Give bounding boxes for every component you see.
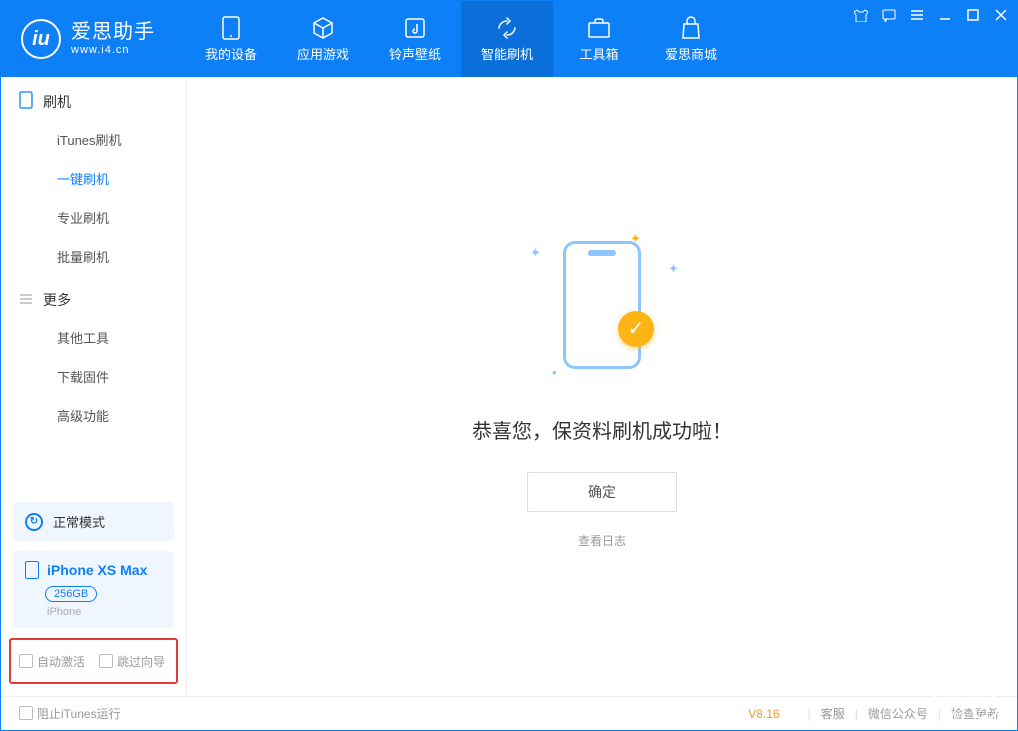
briefcase-icon <box>587 16 611 40</box>
logo: iu 爱思助手 www.i4.cn <box>1 1 175 77</box>
bottom-options-highlight: 自动激活 跳过向导 <box>9 638 178 684</box>
header-actions <box>929 692 999 720</box>
sidebar-item-batch-flash[interactable]: 批量刷机 <box>1 237 186 276</box>
status-bar: 阻止iTunes运行 V8.16 | 客服 | 微信公众号 | 检查更新 <box>1 696 1017 730</box>
main-content: ✓ ✦✦•✦ 恭喜您，保资料刷机成功啦！ 确定 查看日志 <box>187 77 1017 696</box>
tab-ringtone-wallpaper[interactable]: 铃声壁纸 <box>369 1 461 77</box>
mode-icon: ↻ <box>25 513 43 531</box>
tab-label: 智能刷机 <box>481 44 533 63</box>
device-info-box[interactable]: iPhone XS Max 256GB iPhone <box>13 551 174 628</box>
user-button[interactable] <box>971 692 999 720</box>
refresh-icon <box>495 16 519 40</box>
app-url: www.i4.cn <box>71 44 155 57</box>
sidebar-item-other-tools[interactable]: 其他工具 <box>1 318 186 357</box>
device-capacity: 256GB <box>45 586 97 602</box>
wechat-link[interactable]: 微信公众号 <box>868 705 928 722</box>
minimize-button[interactable] <box>937 7 953 23</box>
customer-service-link[interactable]: 客服 <box>821 705 845 722</box>
header: iu 爱思助手 www.i4.cn 我的设备 应用游戏 铃声壁纸 智能刷机 <box>1 1 1017 77</box>
tab-label: 工具箱 <box>579 44 618 63</box>
confirm-button[interactable]: 确定 <box>527 472 677 512</box>
download-button[interactable] <box>929 692 957 720</box>
menu-icon[interactable] <box>909 7 925 23</box>
section-label: 更多 <box>43 290 71 310</box>
auto-activate-checkbox[interactable]: 自动激活 <box>19 653 85 670</box>
tab-label: 应用游戏 <box>297 44 349 63</box>
skin-icon[interactable] <box>853 7 869 23</box>
sidebar-item-advanced[interactable]: 高级功能 <box>1 396 186 435</box>
tab-my-device[interactable]: 我的设备 <box>185 1 277 77</box>
tab-label: 我的设备 <box>205 44 257 63</box>
device-name: iPhone XS Max <box>47 562 147 578</box>
sidebar-section-flash: 刷机 <box>1 77 186 120</box>
device-type: iPhone <box>47 606 162 618</box>
maximize-button[interactable] <box>965 7 981 23</box>
checkmark-badge-icon: ✓ <box>618 311 654 347</box>
tab-store[interactable]: 爱思商城 <box>645 1 737 77</box>
tab-label: 铃声壁纸 <box>389 44 441 63</box>
music-icon <box>403 16 427 40</box>
logo-icon: iu <box>21 19 61 59</box>
close-button[interactable] <box>993 7 1009 23</box>
phone-icon <box>19 91 33 112</box>
tab-apps-games[interactable]: 应用游戏 <box>277 1 369 77</box>
sidebar-item-pro-flash[interactable]: 专业刷机 <box>1 198 186 237</box>
block-itunes-checkbox[interactable]: 阻止iTunes运行 <box>19 705 121 722</box>
section-label: 刷机 <box>43 92 71 112</box>
sidebar-section-more: 更多 <box>1 276 186 318</box>
mode-label: 正常模式 <box>53 512 105 531</box>
skip-guide-checkbox[interactable]: 跳过向导 <box>99 653 165 670</box>
phone-icon <box>25 561 39 579</box>
device-mode-box[interactable]: ↻ 正常模式 <box>13 502 174 541</box>
sidebar-item-download-firmware[interactable]: 下载固件 <box>1 357 186 396</box>
tab-smart-flash[interactable]: 智能刷机 <box>461 1 553 77</box>
tab-label: 爱思商城 <box>665 44 717 63</box>
sidebar-item-itunes-flash[interactable]: iTunes刷机 <box>1 120 186 159</box>
cube-icon <box>311 16 335 40</box>
bag-icon <box>679 16 703 40</box>
version-label: V8.16 <box>748 707 779 721</box>
tab-toolbox[interactable]: 工具箱 <box>553 1 645 77</box>
list-icon <box>19 292 33 309</box>
window-controls <box>853 7 1009 23</box>
app-name: 爱思助手 <box>71 20 155 44</box>
success-title: 恭喜您，保资料刷机成功啦！ <box>472 415 732 444</box>
device-icon <box>219 16 243 40</box>
feedback-icon[interactable] <box>881 7 897 23</box>
sidebar-item-onekey-flash[interactable]: 一键刷机 <box>1 159 186 198</box>
success-illustration: ✓ ✦✦•✦ <box>522 225 682 385</box>
view-log-link[interactable]: 查看日志 <box>578 532 626 549</box>
